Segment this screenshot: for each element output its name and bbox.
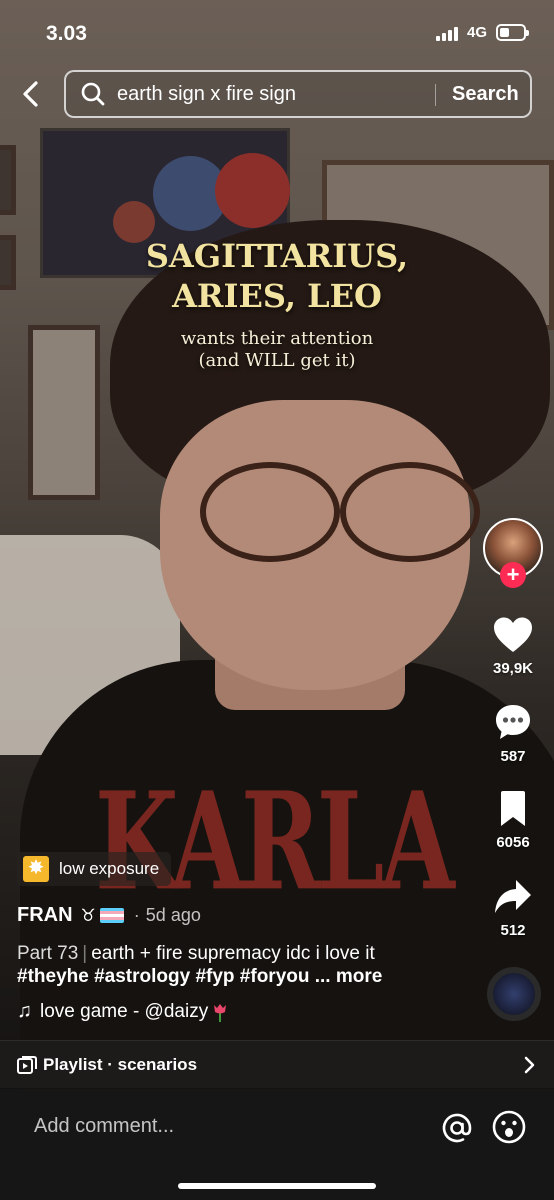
mention-at-icon[interactable] <box>441 1112 473 1144</box>
caption-subline: wants their attention (and WILL get it) <box>0 328 554 372</box>
like-count: 39,9K <box>492 660 534 677</box>
author-name: FRAN <box>17 904 73 926</box>
trans-flag-icon <box>99 908 124 923</box>
caption-subline-1: wants their attention <box>180 328 374 349</box>
bookmark-icon <box>501 791 525 826</box>
chevron-left-icon <box>23 81 38 107</box>
effect-label: low exposure <box>59 859 160 878</box>
back-button[interactable] <box>14 76 48 112</box>
video-caption: SAGITTARIUS, ARIES, LEO wants their atte… <box>0 236 554 372</box>
playlist-label: Playlist · scenarios <box>43 1055 198 1074</box>
share-count: 512 <box>500 922 526 939</box>
search-query: earth sign x fire sign <box>117 83 296 105</box>
sound-row[interactable]: ♫ love game - @daizy <box>17 1000 228 1023</box>
search-button[interactable]: Search <box>452 83 519 106</box>
search-divider <box>435 84 436 106</box>
comment-button[interactable]: 587 <box>480 702 546 765</box>
signal-icon <box>436 27 462 41</box>
glasses-right <box>340 462 480 562</box>
caption-subline-2: (and WILL get it) <box>198 350 356 371</box>
emoji-icon[interactable] <box>491 1109 527 1145</box>
follow-button[interactable]: + <box>500 562 526 588</box>
sound-name: love game - @daizy <box>40 1000 209 1022</box>
share-button[interactable]: 512 <box>480 878 546 939</box>
author-row[interactable]: FRAN ♉ · 5d ago <box>17 904 201 927</box>
like-button[interactable]: 39,9K <box>480 616 546 677</box>
glasses-left <box>200 462 340 562</box>
separator-dot: · <box>133 905 140 925</box>
comment-input[interactable]: Add comment... <box>34 1115 174 1138</box>
home-indicator <box>178 1183 376 1189</box>
network-type: 4G <box>467 24 488 41</box>
status-bar: 3.03 4G <box>0 0 554 62</box>
tulip-icon <box>214 1003 227 1022</box>
search-icon <box>81 82 105 106</box>
wall-frame <box>0 145 16 215</box>
playlist-bar[interactable]: Playlist · scenarios <box>0 1040 554 1088</box>
caption-line: SAGITTARIUS, <box>145 237 409 275</box>
sparkle-icon: ✸ <box>23 856 49 882</box>
battery-icon <box>496 24 529 41</box>
search-input[interactable]: earth sign x fire sign Search <box>64 70 532 118</box>
zodiac-sign-icon: ♉ <box>80 905 96 925</box>
comment-bar: Add comment... <box>0 1089 554 1200</box>
effect-badge[interactable]: ✸ low exposure <box>17 852 172 886</box>
heart-icon <box>494 617 532 652</box>
bookmark-count: 6056 <box>496 834 530 851</box>
post-description[interactable]: Part 73 | earth + fire supremacy idc i lov… <box>17 942 477 988</box>
chevron-right-icon <box>524 1056 535 1074</box>
hashtags[interactable]: #theyhe #astrology #fyp #foryou <box>17 966 309 987</box>
playlist-icon <box>17 1056 37 1074</box>
music-disc-icon[interactable] <box>487 967 541 1021</box>
bookmark-button[interactable]: 6056 <box>480 790 546 851</box>
share-arrow-icon <box>495 880 531 913</box>
comment-icon <box>496 705 530 739</box>
more-link[interactable]: ... more <box>315 966 383 987</box>
part-label: Part 73 <box>17 943 79 964</box>
comment-count: 587 <box>500 748 526 765</box>
shirt-print: KARLA <box>95 762 455 921</box>
description-text: earth + fire supremacy idc i love it <box>91 943 375 964</box>
status-time: 3.03 <box>46 22 87 45</box>
music-note-icon: ♫ <box>17 1000 32 1022</box>
post-age: 5d ago <box>145 905 201 925</box>
caption-line: ARIES, LEO <box>172 277 382 315</box>
